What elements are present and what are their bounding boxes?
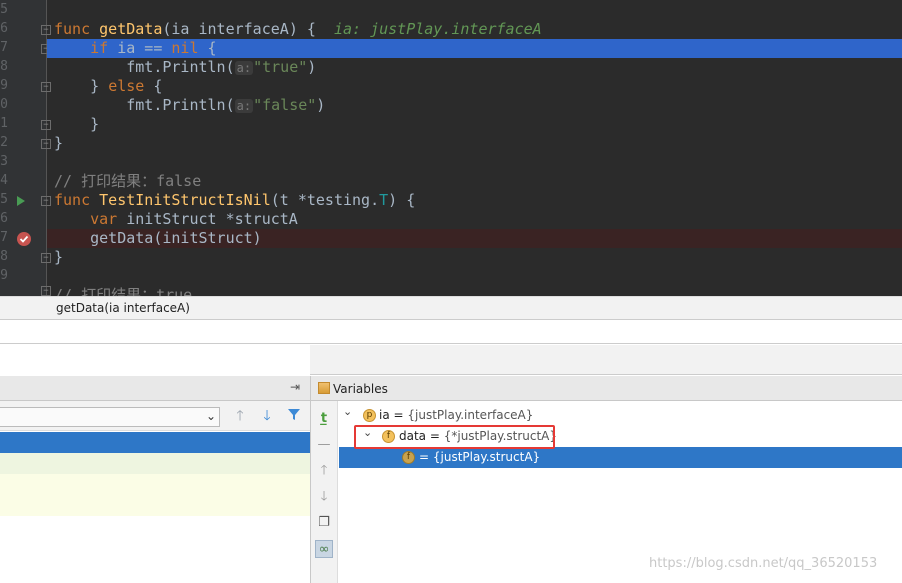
code-line: func TestInitStructIsNil(t *testing.T) { <box>54 191 416 209</box>
highlight-annotation-box <box>354 425 555 449</box>
field-badge-icon: f <box>402 451 415 464</box>
parameter-badge-icon: p <box>363 409 376 422</box>
line-number: 6 <box>0 211 8 226</box>
breadcrumb-item[interactable]: getData(ia interfaceA) <box>56 301 190 315</box>
line-number: 7 <box>0 40 8 55</box>
line-number: 9 <box>0 268 8 283</box>
inline-debug-value: ia: justPlay.interfaceA <box>333 20 542 38</box>
code-line: fmt.Println(a: "false") <box>126 96 326 114</box>
code-line: fmt.Println(a: "true") <box>126 58 317 76</box>
code-line: // 打印结果：true <box>54 286 193 296</box>
line-number: 6 <box>0 21 8 36</box>
move-up-icon[interactable]: 🡑 <box>315 462 333 480</box>
code-line: func getData(ia interfaceA) { ia: justPl… <box>54 20 542 38</box>
param-hint: a: <box>234 61 254 75</box>
variables-panel: Variables t̲ — 🡑 🡓 ❐ ∞ ⌄ p ia = {justPla… <box>310 376 902 583</box>
frames-toolbar: ⌄ 🡑 🡓 <box>0 401 310 431</box>
frames-header: ⇥ <box>0 376 310 401</box>
frame-row-selected[interactable] <box>0 432 310 453</box>
watermark: https://blog.csdn.net/qq_36520153 <box>649 556 878 571</box>
code-line: // 打印结果：false <box>54 172 202 190</box>
move-down-icon[interactable]: 🡓 <box>315 488 333 506</box>
code-line-current: if ia == nil { <box>47 39 902 58</box>
line-number: 8 <box>0 249 8 264</box>
line-number: 0 <box>0 97 8 112</box>
frame-row[interactable] <box>0 453 310 474</box>
editor-gutter: 5 6 7 8 9 0 1 2 3 4 5 6 7 8 9 − − − − − … <box>0 0 51 296</box>
frame-row[interactable] <box>0 474 310 516</box>
ide-window: 5 6 7 8 9 0 1 2 3 4 5 6 7 8 9 − − − − − … <box>0 0 902 583</box>
line-number: 4 <box>0 173 8 188</box>
code-line: } <box>54 134 64 152</box>
up-arrow-icon[interactable]: 🡑 <box>231 407 249 425</box>
new-watch-icon[interactable]: t̲ <box>315 410 333 428</box>
code-line: } <box>90 115 100 133</box>
run-test-icon[interactable] <box>16 195 26 207</box>
line-number: 9 <box>0 78 8 93</box>
show-watches-icon[interactable]: ∞ <box>315 540 333 558</box>
line-number: 2 <box>0 135 8 150</box>
variables-title: Variables <box>333 382 388 396</box>
line-number: 8 <box>0 59 8 74</box>
variables-toolbar: t̲ — 🡑 🡓 ❐ ∞ <box>311 401 338 583</box>
filter-icon[interactable] <box>285 407 303 425</box>
line-number: 1 <box>0 116 8 131</box>
breakpoint-icon[interactable] <box>16 231 32 247</box>
line-number: 7 <box>0 230 8 245</box>
line-number: 3 <box>0 154 8 169</box>
code-line-breakpoint: getData(initStruct) <box>47 229 902 248</box>
thread-selector[interactable]: ⌄ <box>0 407 220 427</box>
debug-toolbar-area <box>0 320 902 344</box>
variables-icon <box>318 382 330 394</box>
copy-icon[interactable]: ❐ <box>315 514 333 532</box>
chevron-down-icon: ⌄ <box>205 409 216 423</box>
chevron-down-icon[interactable]: ⌄ <box>343 405 352 418</box>
variable-row-selected[interactable]: f = {justPlay.structA} <box>339 447 902 468</box>
remove-watch-icon[interactable]: — <box>315 436 333 454</box>
code-line: } <box>54 248 64 266</box>
line-number: 5 <box>0 192 8 207</box>
variable-row-ia[interactable]: ⌄ p ia = {justPlay.interfaceA} <box>339 405 902 426</box>
breadcrumb: getData(ia interfaceA) <box>0 296 902 320</box>
line-number: 5 <box>0 2 8 17</box>
code-editor[interactable]: 5 6 7 8 9 0 1 2 3 4 5 6 7 8 9 − − − − − … <box>0 0 902 296</box>
param-hint: a: <box>234 99 254 113</box>
variables-header: Variables <box>311 376 902 401</box>
code-line: } else { <box>90 77 163 95</box>
down-arrow-icon[interactable]: 🡓 <box>258 407 276 425</box>
code-line: var initStruct *structA <box>90 210 298 228</box>
pin-icon[interactable]: ⇥ <box>290 380 300 394</box>
